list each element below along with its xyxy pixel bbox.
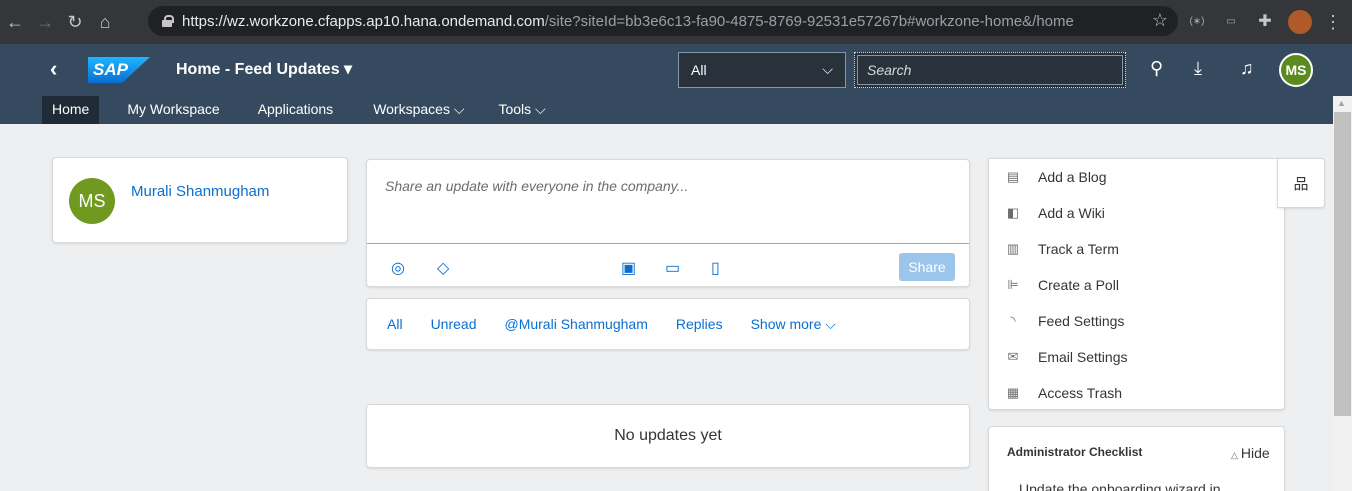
action-label: Access Trash xyxy=(1038,385,1123,401)
share-update-card: Share an update with everyone in the com… xyxy=(366,159,970,287)
quick-actions-panel: ▤ Add a Blog ◧ Add a Wiki ▥ Track a Term… xyxy=(988,158,1285,410)
filter-mentions[interactable]: @Murali Shanmugham xyxy=(504,316,647,332)
extension-area: (∗) ▭ ✚ ⋮ xyxy=(1186,10,1342,34)
feed-icon: ◝ xyxy=(1010,313,1016,328)
profile-card: MS Murali Shanmugham xyxy=(52,157,348,243)
notification-bell-icon[interactable]: ♫ xyxy=(1240,58,1254,79)
profile-avatar[interactable]: MS xyxy=(69,178,115,224)
wiki-icon: ◧ xyxy=(1006,205,1020,220)
tag-icon[interactable]: ◇ xyxy=(437,258,449,278)
extension-icon[interactable]: (∗) xyxy=(1186,11,1208,33)
search-placeholder: Search xyxy=(867,62,912,78)
video-icon[interactable]: ▭ xyxy=(665,258,680,278)
filter-show-more[interactable]: Show more ⌵ xyxy=(751,316,836,333)
address-bar[interactable]: https://wz.workzone.cfapps.ap10.hana.ond… xyxy=(148,6,1178,36)
action-add-blog[interactable]: ▤ Add a Blog xyxy=(1005,167,1107,187)
action-feed-settings[interactable]: ◝ Feed Settings xyxy=(1005,311,1124,331)
triangle-up-icon: △ xyxy=(1231,450,1238,460)
action-access-trash[interactable]: ▦ Access Trash xyxy=(1005,383,1122,403)
chevron-down-icon: ⌵ xyxy=(822,61,833,77)
action-label: Add a Blog xyxy=(1038,169,1107,185)
scrollbar-thumb[interactable] xyxy=(1334,112,1351,416)
blog-icon: ▤ xyxy=(1006,169,1020,184)
email-icon: ✉ xyxy=(1007,349,1019,364)
action-label: Feed Settings xyxy=(1038,313,1125,329)
back-icon[interactable]: ‹ xyxy=(50,56,57,82)
org-chart-icon: 品 xyxy=(1293,175,1309,193)
mention-icon[interactable]: ◎ xyxy=(391,258,405,278)
scope-value: All xyxy=(691,62,707,78)
user-avatar[interactable]: MS xyxy=(1279,53,1313,87)
feed-empty-state: No updates yet xyxy=(366,404,970,468)
checklist-title: Administrator Checklist xyxy=(1007,445,1143,459)
search-icon[interactable]: ⚲ xyxy=(1150,58,1163,79)
browser-menu-icon[interactable]: ⋮ xyxy=(1324,12,1342,33)
share-button[interactable]: Share xyxy=(899,253,955,281)
browser-toolbar: ← → ↻ ⌂ https://wz.workzone.cfapps.ap10.… xyxy=(0,0,1352,44)
action-label: Email Settings xyxy=(1038,349,1128,365)
document-icon[interactable]: ▯ xyxy=(711,258,720,278)
trash-icon: ▦ xyxy=(1006,385,1020,400)
top-navigation: Home My Workspace Applications Workspace… xyxy=(0,96,1352,124)
share-update-input[interactable]: Share an update with everyone in the com… xyxy=(367,160,969,244)
puzzle-icon[interactable]: ✚ xyxy=(1254,11,1276,33)
url-host: https://wz.workzone.cfapps.ap10.hana.ond… xyxy=(182,12,545,30)
action-label: Create a Poll xyxy=(1038,277,1119,293)
search-input[interactable]: Search xyxy=(854,52,1126,88)
tab-applications[interactable]: Applications xyxy=(248,96,344,124)
action-track-term[interactable]: ▥ Track a Term xyxy=(1005,239,1119,259)
search-scope-select[interactable]: All ⌵ xyxy=(678,52,846,88)
url-path: /site?siteId=bb3e6c13-fa90-4875-8769-925… xyxy=(544,12,1074,30)
action-create-poll[interactable]: ⊫ Create a Poll xyxy=(1005,275,1119,295)
bookmark-star-icon[interactable]: ☆ xyxy=(1152,10,1168,31)
action-email-settings[interactable]: ✉ Email Settings xyxy=(1005,347,1128,367)
reload-icon[interactable]: ↻ xyxy=(60,12,90,33)
admin-checklist-card: Administrator Checklist △ Hide Update the… xyxy=(988,426,1285,491)
feed-filter-bar: All Unread @Murali Shanmugham Replies Sh… xyxy=(366,298,970,350)
tab-home[interactable]: Home xyxy=(42,96,100,124)
track-term-icon: ▥ xyxy=(1006,241,1020,256)
action-label: Add a Wiki xyxy=(1038,205,1105,221)
app-title[interactable]: Home - Feed Updates ▾ xyxy=(176,59,352,79)
panel-toggle-button[interactable]: 品 xyxy=(1277,158,1325,208)
browser-profile-avatar[interactable] xyxy=(1288,10,1312,34)
tab-tools[interactable]: Tools ⌵ xyxy=(488,96,555,124)
action-add-wiki[interactable]: ◧ Add a Wiki xyxy=(1005,203,1105,223)
checklist-hide-button[interactable]: △ Hide xyxy=(1231,445,1270,461)
profile-name-link[interactable]: Murali Shanmugham xyxy=(131,182,291,202)
extension-icon[interactable]: ▭ xyxy=(1220,11,1242,33)
action-label: Track a Term xyxy=(1038,241,1119,257)
home-icon[interactable]: ⌂ xyxy=(90,12,120,33)
shell-header: ‹ SAP Home - Feed Updates ▾ All ⌵ Search… xyxy=(0,44,1352,96)
filter-unread[interactable]: Unread xyxy=(431,316,477,332)
camera-icon[interactable]: ▣ xyxy=(621,258,636,278)
scroll-up-icon[interactable]: ▲ xyxy=(1337,98,1346,108)
back-arrow-icon[interactable]: ← xyxy=(0,12,30,33)
empty-message: No updates yet xyxy=(614,427,722,444)
checklist-item[interactable]: Update the onboarding wizard in xyxy=(1019,481,1221,491)
lock-icon xyxy=(162,15,174,27)
filter-all[interactable]: All xyxy=(387,316,403,332)
download-icon[interactable]: ⤓ xyxy=(1194,58,1202,79)
sap-logo[interactable]: SAP xyxy=(88,57,150,83)
filter-replies[interactable]: Replies xyxy=(676,316,723,332)
poll-icon: ⊫ xyxy=(1007,277,1019,292)
tab-workspaces[interactable]: Workspaces ⌵ xyxy=(363,96,474,124)
forward-arrow-icon[interactable]: → xyxy=(30,12,60,33)
tab-my-workspace[interactable]: My Workspace xyxy=(117,96,229,124)
hide-label: Hide xyxy=(1240,445,1270,461)
